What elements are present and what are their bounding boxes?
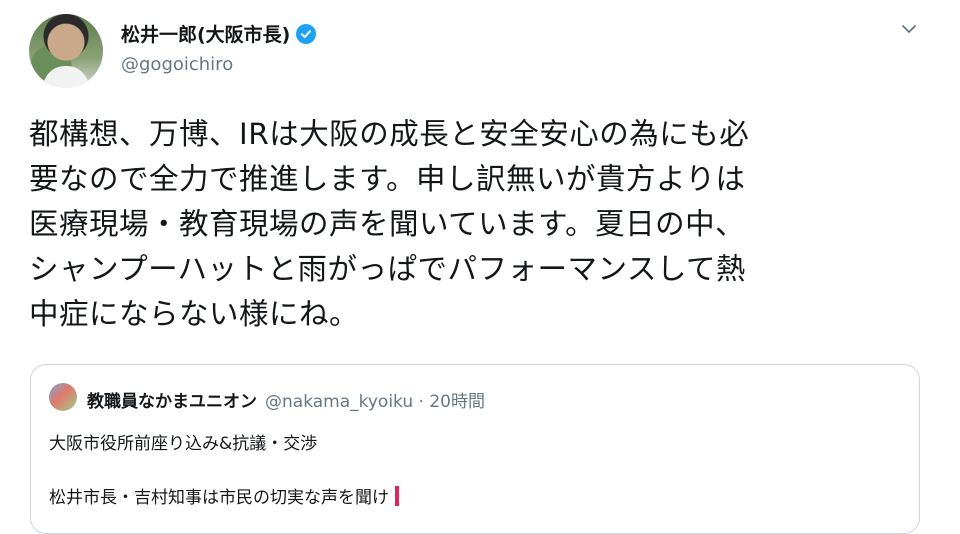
quoted-display-name[interactable]: 教職員なかまユニオン (87, 387, 257, 412)
quoted-header: 教職員なかまユニオン @nakama_kyoiku · 20時間 (87, 387, 485, 412)
tweet-text: 都構想、万博、IRは大阪の成長と安全安心の為にも必 要なので全力で推進します。申… (29, 112, 909, 337)
quoted-text-line: 大阪市役所前座り込み&抗議・交渉 (49, 434, 318, 454)
tweet-line: 医療現場・教育現場の声を聞いています。夏日の中、 (29, 207, 746, 241)
quoted-text-line: 松井市長・吉村知事は市民の切実な声を聞け (49, 483, 399, 508)
avatar[interactable] (29, 14, 103, 88)
quoted-text-content: 松井市長・吉村知事は市民の切実な声を聞け (49, 488, 389, 508)
exclamation-mark-icon (395, 486, 399, 506)
tweet-line: 要なので全力で推進します。申し訳無いが貴方よりは (29, 162, 746, 196)
quoted-tweet-card[interactable]: 教職員なかまユニオン @nakama_kyoiku · 20時間 大阪市役所前座… (30, 364, 920, 534)
user-handle[interactable]: @gogoichiro (121, 54, 233, 75)
quoted-handle-time: @nakama_kyoiku · 20時間 (265, 392, 485, 412)
tweet-line: シャンプーハットと雨がっぱでパフォーマンスして熱 (29, 252, 747, 286)
chevron-down-icon[interactable] (900, 20, 918, 38)
tweet-line: 都構想、万博、IRは大阪の成長と安全安心の為にも必 (29, 117, 750, 151)
verified-badge-icon (296, 23, 317, 44)
quoted-avatar[interactable] (49, 383, 77, 411)
author-name-row: 松井一郎(大阪市長) (121, 20, 317, 47)
display-name[interactable]: 松井一郎(大阪市長) (121, 20, 290, 47)
tweet-line: 中症にならない様にね。 (29, 297, 360, 331)
